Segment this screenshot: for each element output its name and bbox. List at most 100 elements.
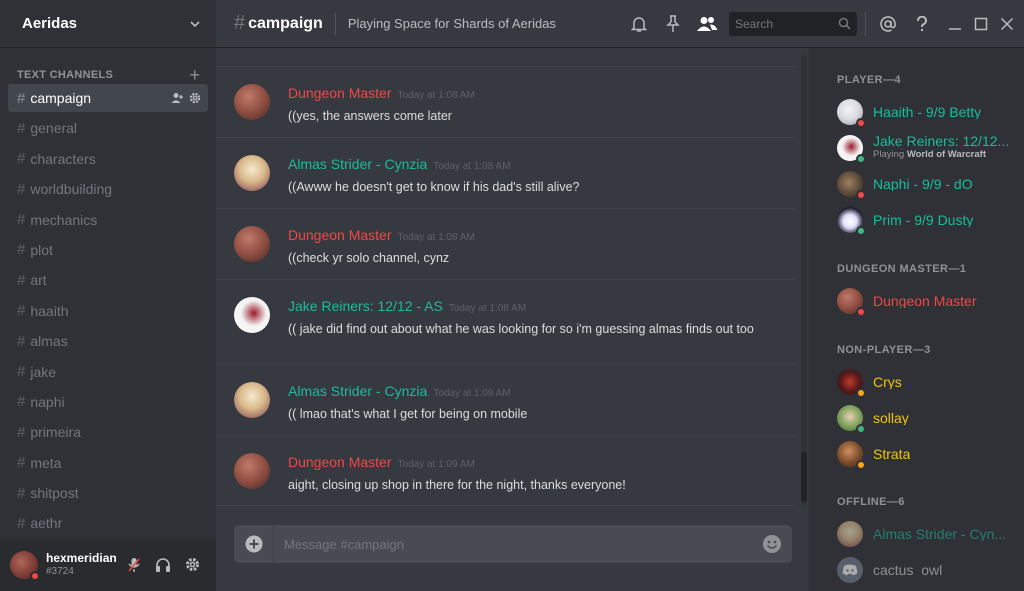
- hash-icon: #: [17, 363, 26, 381]
- microphone-icon[interactable]: [127, 557, 141, 573]
- avatar[interactable]: [10, 551, 40, 581]
- gear-icon[interactable]: [189, 92, 201, 104]
- notification-bell-icon[interactable]: [627, 12, 651, 36]
- member-list-icon[interactable]: [695, 12, 719, 36]
- channel-item-general[interactable]: # general: [8, 114, 208, 142]
- member-item[interactable]: Jake Reiners: 12/12... Playing World of …: [837, 132, 1022, 164]
- message-author[interactable]: Almas Strider - Cynzia: [288, 383, 427, 399]
- message-author[interactable]: Almas Strider - Cynzia: [288, 156, 427, 172]
- user-panel: hexmeridian #3724: [0, 539, 216, 591]
- status-dnd-indicator: [856, 190, 866, 200]
- hash-icon: #: [17, 241, 26, 259]
- message: Jake Reiners: 12/12 - AS Today at 1:08 AM…: [216, 279, 794, 364]
- pin-icon[interactable]: [661, 12, 685, 36]
- avatar[interactable]: [234, 84, 270, 120]
- member-item[interactable]: Strata: [837, 438, 1022, 470]
- message-author[interactable]: Dungeon Master: [288, 85, 392, 101]
- status-online-indicator: [856, 424, 866, 434]
- avatar: [837, 557, 863, 583]
- upload-button[interactable]: [234, 525, 274, 563]
- message-timestamp: Today at 1:08 AM: [397, 232, 475, 243]
- channel-item-almas[interactable]: # almas: [8, 327, 208, 355]
- message-author[interactable]: Dungeon Master: [288, 454, 392, 470]
- member-item[interactable]: cactus_owl: [837, 554, 1022, 586]
- channel-item-art[interactable]: # art: [8, 266, 208, 294]
- activity-prefix: Playing: [873, 149, 907, 160]
- channel-item-shitpost[interactable]: # shitpost: [8, 479, 208, 507]
- headphones-icon[interactable]: [155, 557, 171, 573]
- server-header[interactable]: Aeridas: [0, 0, 216, 48]
- channel-item-characters[interactable]: # characters: [8, 145, 208, 173]
- member-activity: Playing World of Warcraft: [873, 148, 1009, 161]
- channel-list: TEXT CHANNELS + # campaign # general # cha…: [0, 48, 216, 537]
- header-toolbar: Search: [617, 11, 1024, 36]
- channel-topic: Playing Space for Shards of Aeridas: [347, 16, 556, 31]
- member-item[interactable]: Prim - 9/9 Dusty: [837, 204, 1022, 236]
- channel-item-meta[interactable]: # meta: [8, 449, 208, 477]
- search-placeholder: Search: [735, 16, 774, 31]
- member-item[interactable]: Naphi - 9/9 - dO: [837, 168, 1022, 200]
- channel-item-worldbuilding[interactable]: # worldbuilding: [8, 175, 208, 203]
- member-name: Naphi - 9/9 - dO: [873, 177, 973, 191]
- message-composer: [234, 525, 792, 563]
- hash-icon: #: [17, 514, 26, 532]
- scrollbar-thumb[interactable]: [801, 452, 807, 502]
- member-item[interactable]: Dungeon Master: [837, 285, 1022, 317]
- avatar[interactable]: [234, 226, 270, 262]
- message-text: aight, closing up shop in there for the …: [288, 478, 626, 492]
- avatar: [837, 135, 866, 164]
- settings-gear-icon[interactable]: [185, 557, 200, 572]
- member-name: Crys: [873, 375, 902, 389]
- channel-item-haaith[interactable]: # haaith: [8, 297, 208, 325]
- avatar[interactable]: [234, 382, 270, 418]
- hash-icon: #: [17, 180, 26, 198]
- message-author[interactable]: Jake Reiners: 12/12 - AS: [288, 298, 443, 314]
- avatar[interactable]: [234, 155, 270, 191]
- member-item[interactable]: Haaith - 9/9 Betty: [837, 96, 1022, 128]
- message-list: Dungeon Master Today at 1:08 AM ((yes, th…: [216, 48, 808, 510]
- member-group-header: NON-PLAYER—3: [837, 344, 931, 356]
- user-meta: hexmeridian #3724: [46, 551, 117, 579]
- member-item[interactable]: sollay: [837, 402, 1022, 434]
- avatar[interactable]: [234, 297, 270, 333]
- hash-icon: #: [17, 271, 26, 289]
- help-icon[interactable]: [910, 12, 934, 36]
- minimize-icon[interactable]: [948, 17, 962, 31]
- window-controls: [948, 17, 1024, 31]
- divider: [334, 12, 336, 35]
- channel-item-campaign[interactable]: # campaign: [8, 84, 208, 112]
- channel-item-naphi[interactable]: # naphi: [8, 388, 208, 416]
- member-item[interactable]: Almas Strider - Cyn...: [837, 518, 1022, 550]
- message-text: (( jake did find out about what he was l…: [288, 322, 754, 336]
- scrollbar[interactable]: [801, 55, 807, 505]
- avatar[interactable]: [234, 453, 270, 489]
- message-author[interactable]: Dungeon Master: [288, 227, 392, 243]
- channel-sidebar: Aeridas TEXT CHANNELS + # campaign # gen…: [0, 0, 216, 591]
- add-channel-icon[interactable]: +: [189, 66, 200, 84]
- search-input[interactable]: Search: [729, 11, 857, 36]
- channel-item-primeira[interactable]: # primeira: [8, 418, 208, 446]
- channel-label: shitpost: [30, 485, 79, 502]
- channel-item-plot[interactable]: # plot: [8, 236, 208, 264]
- close-icon[interactable]: [1000, 17, 1014, 31]
- message-timestamp: Today at 1:08 AM: [433, 161, 511, 172]
- message-text: (( lmao that's what I get for being on m…: [288, 407, 528, 421]
- channel-label: mechanics: [30, 211, 98, 228]
- mentions-icon[interactable]: [876, 12, 900, 36]
- member-item[interactable]: Crys: [837, 366, 1022, 398]
- channel-item-aethr[interactable]: # aethr: [8, 509, 208, 537]
- member-name: Prim - 9/9 Dusty: [873, 213, 974, 227]
- hash-icon: #: [234, 12, 246, 34]
- plus-circle-icon: [245, 535, 262, 553]
- hash-icon: #: [17, 454, 26, 472]
- channel-category[interactable]: TEXT CHANNELS +: [0, 66, 216, 84]
- maximize-icon[interactable]: [974, 17, 988, 31]
- channel-item-mechanics[interactable]: # mechanics: [8, 206, 208, 234]
- channel-item-jake[interactable]: # jake: [8, 358, 208, 386]
- message-text: ((yes, the answers come later: [288, 109, 452, 123]
- channel-label: primeira: [30, 424, 81, 441]
- emoji-button[interactable]: [762, 534, 792, 554]
- member-name: Strata: [873, 447, 911, 461]
- invite-icon[interactable]: [171, 92, 184, 104]
- message-input[interactable]: [274, 525, 762, 563]
